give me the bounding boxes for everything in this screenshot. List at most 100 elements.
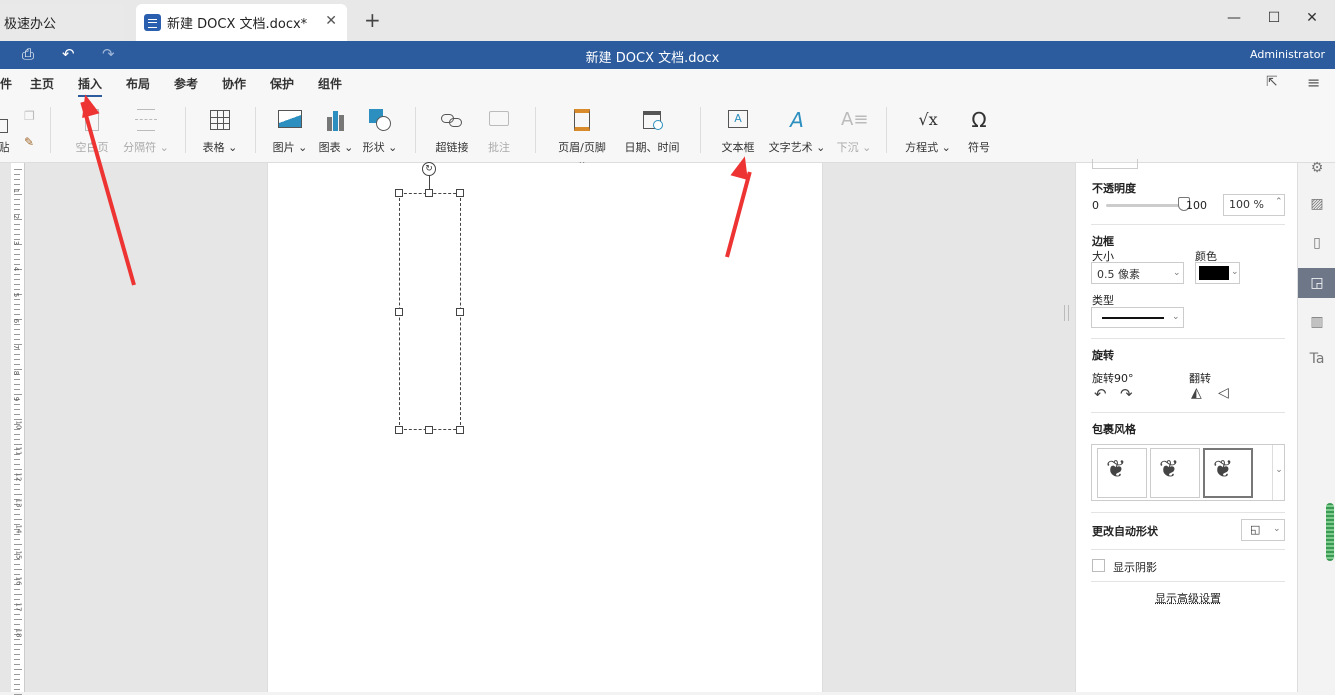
tab-document[interactable]: 新建 DOCX 文档.docx* ✕ — [136, 4, 347, 41]
textbox-button[interactable]: A 文本框 — [718, 107, 758, 155]
ruler-tick — [14, 359, 20, 360]
equation-button[interactable]: √x 方程式 ⌄ — [904, 107, 952, 155]
resize-handle[interactable] — [395, 308, 403, 316]
hamburger-menu-icon[interactable]: ≡ — [1307, 73, 1320, 92]
resize-handle[interactable] — [456, 426, 464, 434]
resize-handle[interactable] — [456, 189, 464, 197]
border-size-select[interactable]: 0.5 像素 — [1091, 262, 1184, 284]
tab-home[interactable]: 极速办公 — [0, 4, 124, 41]
symbol-button[interactable]: Ω 符号 — [964, 107, 994, 155]
textbox-icon: A — [725, 107, 751, 133]
ruler-tick — [14, 264, 20, 265]
menu-home[interactable]: 主页 — [30, 75, 54, 92]
ruler-tick — [14, 409, 20, 410]
flip-horizontal-icon[interactable]: ◭ — [1191, 385, 1202, 401]
textart-settings-icon[interactable]: Ta — [1298, 344, 1335, 374]
resize-handle[interactable] — [425, 426, 433, 434]
image-settings-icon[interactable]: ▨ — [1298, 189, 1335, 219]
ruler-tick — [14, 624, 20, 625]
minimize-button[interactable]: — — [1224, 10, 1244, 26]
ruler-tick — [14, 334, 20, 335]
selected-textbox-shape[interactable] — [399, 193, 461, 430]
resize-handle[interactable] — [425, 189, 433, 197]
ruler-tick — [14, 304, 20, 305]
chevron-down-icon[interactable]: ⌄ — [1272, 445, 1285, 500]
ruler-tick — [14, 444, 22, 445]
change-shape-select[interactable]: ◱ ⌄ — [1241, 519, 1285, 541]
advanced-settings-link[interactable]: 显示高级设置 — [1155, 590, 1221, 606]
menu-layout[interactable]: 布局 — [126, 75, 150, 92]
ruler-number: 14 — [14, 524, 23, 534]
picture-button[interactable]: 图片 ⌄ — [272, 107, 308, 155]
comment-label: 批注 — [488, 141, 510, 154]
ruler-tick — [14, 394, 22, 395]
opacity-value: 100 % — [1229, 198, 1264, 211]
close-window-button[interactable]: ✕ — [1302, 10, 1322, 26]
chart-settings-icon[interactable]: ▥ — [1298, 307, 1335, 337]
paste-button[interactable]: 贴 — [0, 107, 12, 155]
wrap-style-tight[interactable]: ❦ — [1150, 448, 1200, 498]
scroll-indicator[interactable] — [1326, 503, 1334, 561]
menu-references[interactable]: 参考 — [174, 75, 198, 92]
hyperlink-icon — [439, 107, 465, 133]
close-tab-icon[interactable]: ✕ — [325, 13, 337, 29]
ruler-number: 11 — [14, 446, 23, 456]
shadow-checkbox[interactable] — [1092, 559, 1105, 572]
menu-plugins[interactable]: 组件 — [318, 75, 342, 92]
header-footer-button[interactable]: 页眉/页脚 ⌄ — [552, 107, 612, 168]
ruler-tick — [14, 259, 20, 260]
document-page[interactable] — [267, 163, 823, 692]
vertical-scrollbar-thumb[interactable] — [1064, 305, 1069, 321]
ruler-tick — [14, 469, 22, 470]
fill-preview[interactable] — [1092, 159, 1138, 169]
rotate-left-icon[interactable]: ↶ — [1094, 385, 1107, 403]
ruler-tick — [14, 224, 20, 225]
resize-handle[interactable] — [395, 189, 403, 197]
dropcap-button[interactable]: A≡ 下沉 ⌄ — [836, 107, 872, 155]
ruler-tick — [14, 534, 20, 535]
chart-button[interactable]: 图表 ⌄ — [318, 107, 354, 155]
open-location-icon[interactable]: ⇱ — [1266, 74, 1278, 90]
menu-collaborate[interactable]: 协作 — [222, 75, 246, 92]
border-size-value: 0.5 像素 — [1097, 268, 1140, 281]
header-footer-settings-icon[interactable]: ▯ — [1298, 228, 1335, 258]
stepper-icon[interactable]: ⌃ — [1275, 197, 1283, 207]
opacity-slider[interactable] — [1106, 204, 1184, 207]
shape-button[interactable]: 形状 ⌄ — [362, 107, 398, 155]
resize-handle[interactable] — [395, 426, 403, 434]
page-break-button[interactable]: 分隔符 ⌄ — [122, 107, 170, 155]
table-button[interactable]: 表格 ⌄ — [202, 107, 238, 155]
rotate-right-icon[interactable]: ↷ — [1120, 385, 1133, 403]
user-name: Administrator — [1250, 48, 1325, 61]
hyperlink-button[interactable]: 超链接 — [432, 107, 472, 155]
ruler-tick — [14, 414, 20, 415]
wrap-style-square[interactable]: ❦ — [1097, 448, 1147, 498]
ruler-number: 15 — [14, 550, 23, 560]
menu-protect[interactable]: 保护 — [270, 75, 294, 92]
flip-vertical-icon[interactable]: ◁ — [1218, 385, 1229, 401]
rotate-handle-icon[interactable]: ↻ — [422, 162, 436, 176]
copy-icon[interactable]: ❐ — [24, 109, 35, 123]
calendar-icon — [639, 107, 665, 133]
maximize-button[interactable]: ☐ — [1264, 10, 1284, 26]
chevron-down-icon: ⌄ — [1273, 524, 1281, 534]
wrap-style-gallery: ❦ ❦ ❦ ⌄ — [1091, 444, 1285, 501]
border-type-select[interactable]: ⌄ — [1091, 307, 1184, 328]
ruler-tick — [14, 329, 20, 330]
ruler-tick — [14, 404, 20, 405]
paragraph-settings-icon[interactable]: ⚙ — [1298, 153, 1335, 183]
shape-settings-icon[interactable]: ◲ — [1298, 268, 1335, 298]
resize-handle[interactable] — [456, 308, 464, 316]
ruler-tick — [14, 324, 20, 325]
border-color-picker[interactable]: ⌄ — [1195, 262, 1240, 284]
wordart-button[interactable]: A 文字艺术 ⌄ — [768, 107, 826, 155]
wrap-style-inline[interactable]: ❦ — [1203, 448, 1253, 498]
ruler-number: 18 — [14, 628, 23, 638]
format-painter-icon[interactable]: ✎ — [24, 135, 34, 149]
comment-button[interactable]: 批注 — [484, 107, 514, 155]
date-time-button[interactable]: 日期、时间 — [622, 107, 682, 155]
menu-file[interactable]: 件 — [0, 75, 12, 92]
ruler-tick — [14, 459, 20, 460]
new-tab-button[interactable]: + — [364, 8, 381, 32]
title-bar: ⎙ ↶ ↷ 新建 DOCX 文档.docx Administrator — [0, 41, 1335, 69]
